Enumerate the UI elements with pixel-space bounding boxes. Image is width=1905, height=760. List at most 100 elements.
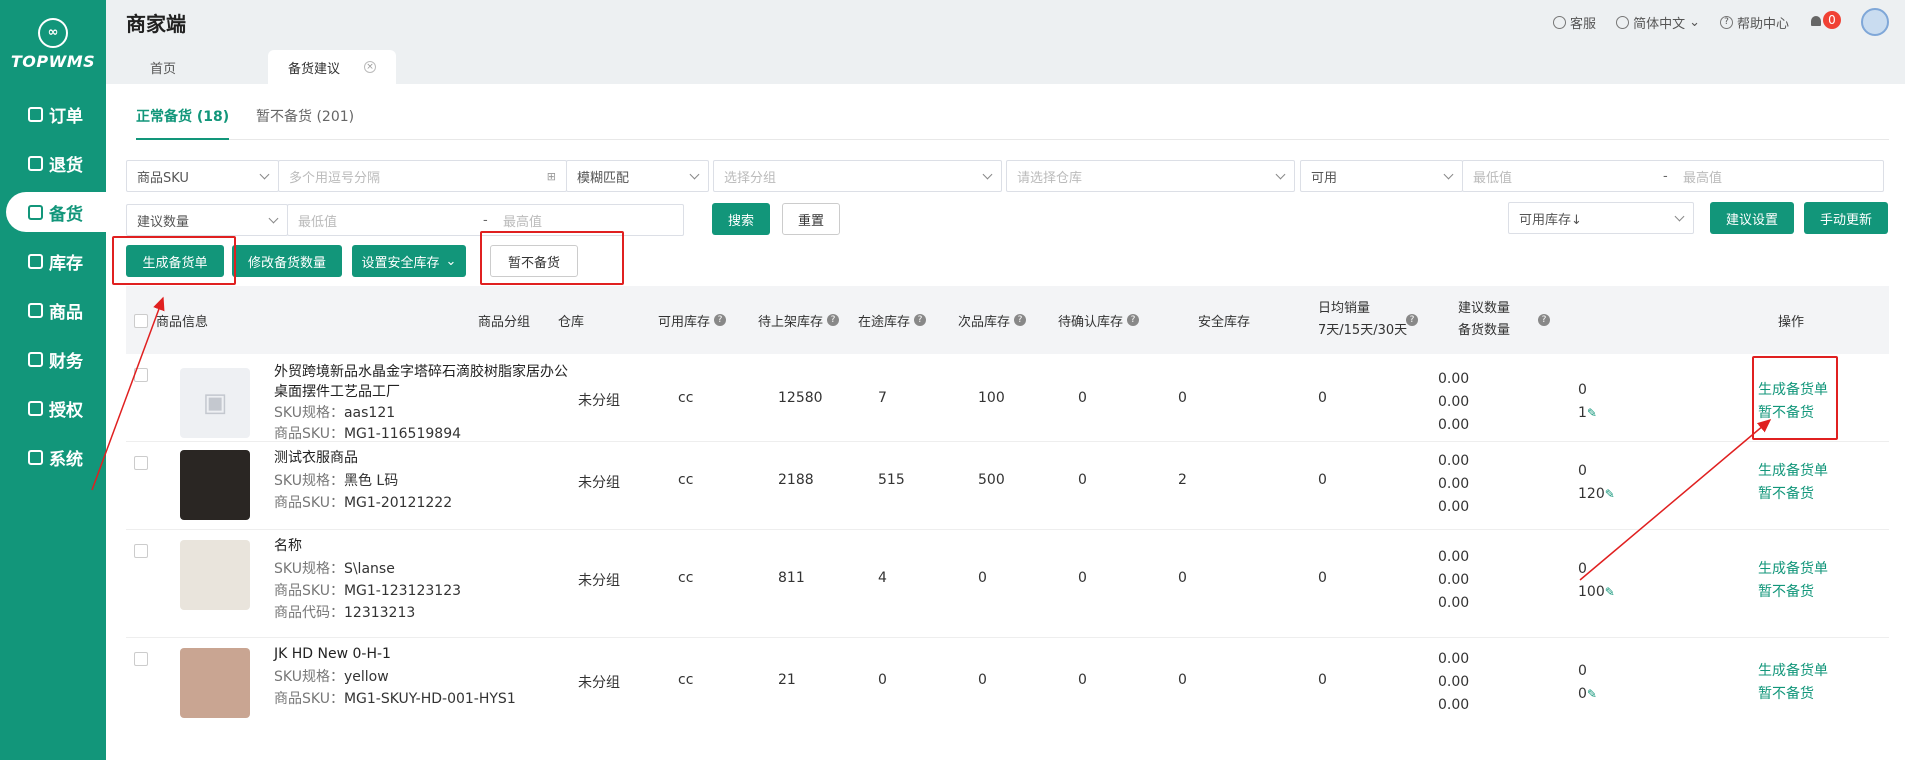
annotation-box [112, 236, 236, 285]
close-icon[interactable]: × [364, 61, 377, 73]
notification-badge: 0 [1823, 11, 1841, 29]
row-checkbox[interactable] [134, 456, 148, 470]
col-available: 可用库存? [658, 286, 727, 354]
col-suggest: 建议数量 备货数量 [1458, 301, 1511, 338]
chevron-down-icon [982, 169, 993, 179]
avatar[interactable] [1861, 8, 1889, 36]
help-link[interactable]: ? 帮助中心 [1719, 13, 1789, 32]
sku-input[interactable]: 多个用逗号分隔 ⊞ [278, 160, 567, 192]
col-sales: 日均销量 7天/15天/30天 [1318, 301, 1408, 338]
sidebar-item-orders[interactable]: 订单 [6, 94, 106, 134]
sidebar-item-products[interactable]: 商品 [6, 290, 106, 330]
edit-icon[interactable]: ✎ [1587, 406, 1597, 420]
language-select[interactable]: 简体中文 ⌄ [1616, 13, 1700, 32]
search-button[interactable]: 搜索 [712, 203, 770, 235]
product-image [180, 648, 250, 718]
col-group: 商品分组 [478, 314, 531, 330]
group-select[interactable]: 选择分组 [713, 160, 1002, 192]
modify-qty-button[interactable]: 修改备货数量 [232, 245, 342, 277]
tab-restock-suggestion[interactable]: 备货建议 × [268, 50, 397, 84]
edit-icon[interactable]: ✎ [1605, 585, 1615, 599]
page-tabs: 首页 备货建议 × [106, 44, 1905, 84]
headset-icon [1553, 15, 1567, 29]
sidebar-item-inventory[interactable]: 库存 [6, 241, 106, 281]
inventory-icon [28, 253, 43, 269]
tab-home[interactable]: 首页 [130, 50, 196, 84]
generate-order-link[interactable]: 生成备货单 [1758, 558, 1828, 581]
app-title: 商家端 [126, 11, 186, 36]
edit-icon[interactable]: ✎ [1605, 487, 1615, 501]
sidebar-item-returns[interactable]: 退货 [6, 143, 106, 183]
product-image [180, 450, 250, 520]
pause-restock-link[interactable]: 暂不备货 [1758, 483, 1828, 506]
generate-order-link[interactable]: 生成备货单 [1758, 660, 1828, 683]
chevron-down-icon [1674, 211, 1685, 221]
question-icon: ? [1719, 15, 1733, 29]
expand-icon[interactable]: ⊞ [547, 170, 556, 183]
row-checkbox[interactable] [134, 368, 148, 382]
main-content: 正常备货 (18) 暂不备货 (201) 商品SKU 多个用逗号分隔 ⊞ 模糊匹配… [106, 84, 1905, 760]
chevron-down-icon [259, 169, 270, 179]
return-icon [28, 155, 43, 171]
help-icon[interactable]: ? [827, 314, 840, 326]
sidebar-item-auth[interactable]: 授权 [6, 388, 106, 428]
reset-button[interactable]: 重置 [782, 203, 840, 235]
logo-icon: ∞ [38, 17, 68, 48]
sort-select[interactable]: 可用库存↓ [1508, 202, 1694, 234]
product-sku: MG1-20121222 [343, 495, 453, 511]
pause-restock-link[interactable]: 暂不备货 [1758, 683, 1828, 706]
help-icon-sales[interactable]: ? [1402, 286, 1418, 354]
edit-icon[interactable]: ✎ [1587, 687, 1597, 701]
sidebar-item-finance[interactable]: 财务 [6, 339, 106, 379]
sku-spec: S\lanse [343, 561, 395, 577]
qty-type-select[interactable]: 建议数量 [126, 204, 288, 236]
subtab-paused[interactable]: 暂不备货 (201) [256, 106, 354, 140]
col-warehouse: 仓库 [558, 314, 585, 330]
warehouse-select[interactable]: 请选择仓库 [1006, 160, 1295, 192]
auth-icon [28, 400, 43, 416]
product-name: 测试衣服商品 [274, 450, 358, 466]
product-image [180, 540, 250, 610]
chevron-down-icon [689, 169, 700, 179]
col-info: 商品信息 [156, 314, 209, 330]
sku-spec: yellow [343, 669, 389, 685]
stock-type-select[interactable]: 可用 [1300, 160, 1463, 192]
help-icon[interactable]: ? [1538, 314, 1550, 326]
chevron-down-icon: ⌄ [1689, 14, 1700, 30]
sidebar-item-system[interactable]: 系统 [6, 437, 106, 477]
globe-icon [1616, 15, 1630, 29]
row-checkbox[interactable] [134, 544, 148, 558]
sidebar-item-restock[interactable]: 备货 [6, 192, 106, 232]
help-icon[interactable]: ? [1127, 314, 1140, 326]
sku-spec: aas121 [343, 405, 396, 421]
table-row: 测试衣服商品 SKU规格：黑色 L码 商品SKU：MG1-20121222 未分… [126, 442, 1889, 530]
help-icon[interactable]: ? [714, 314, 727, 326]
table-row: 名称 SKU规格：S\lanse 商品SKU：MG1-123123123 商品代… [126, 530, 1889, 638]
sku-spec: 黑色 L码 [343, 473, 399, 489]
safety-stock-button[interactable]: 设置安全库存 ⌄ [352, 245, 466, 277]
logo: ∞ TOPWMS [0, 0, 106, 80]
stock-range-input[interactable]: 最低值 - 最高值 [1462, 160, 1884, 192]
service-link[interactable]: 客服 [1553, 13, 1596, 32]
col-pending-shelf: 待上架库存? [758, 286, 840, 354]
pause-restock-link[interactable]: 暂不备货 [1758, 581, 1828, 604]
help-icon[interactable]: ? [914, 314, 927, 326]
select-all-checkbox[interactable] [134, 314, 148, 328]
table-header: 商品信息 商品分组 仓库 可用库存? 待上架库存? 在途库存? 次品库存? 待确… [126, 286, 1889, 354]
logo-text: TOPWMS [10, 51, 96, 71]
bell-icon[interactable]: 0 [1809, 11, 1841, 29]
subtab-normal[interactable]: 正常备货 (18) [136, 106, 230, 140]
sku-type-select[interactable]: 商品SKU [126, 160, 279, 192]
row-checkbox[interactable] [134, 652, 148, 666]
help-icon-suggest[interactable]: ? [1534, 286, 1550, 354]
manual-update-button[interactable]: 手动更新 [1804, 202, 1888, 234]
help-icon[interactable]: ? [1014, 314, 1027, 326]
generate-order-link[interactable]: 生成备货单 [1758, 460, 1828, 483]
col-in-transit: 在途库存? [858, 286, 927, 354]
help-icon[interactable]: ? [1406, 314, 1418, 326]
annotation-box [480, 231, 624, 285]
match-type-select[interactable]: 模糊匹配 [566, 160, 709, 192]
suggest-settings-button[interactable]: 建议设置 [1710, 202, 1794, 234]
order-icon [28, 106, 43, 122]
product-sku: MG1-SKUY-HD-001-HYS1 [343, 691, 516, 707]
